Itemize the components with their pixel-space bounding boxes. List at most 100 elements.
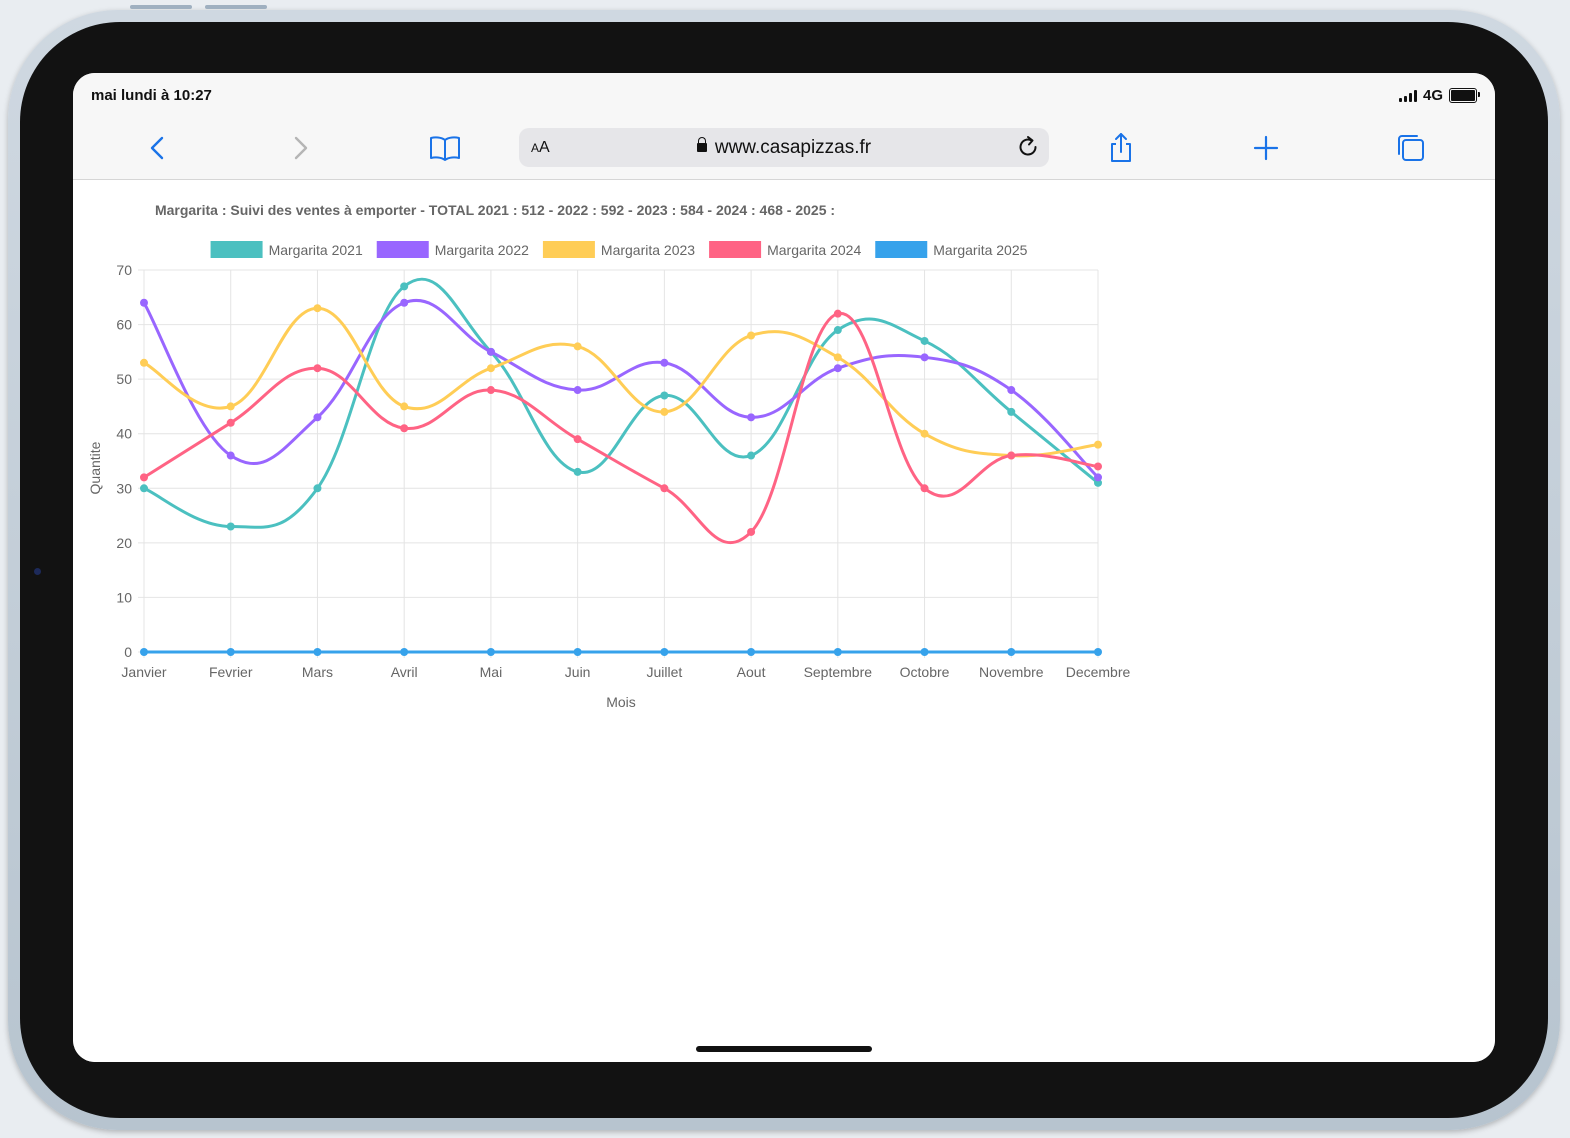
- x-tick-label: Aout: [737, 664, 766, 680]
- data-point[interactable]: [313, 648, 322, 656]
- data-point[interactable]: [1007, 407, 1016, 416]
- data-point[interactable]: [226, 522, 235, 531]
- y-tick-label: 30: [116, 480, 132, 496]
- data-point[interactable]: [660, 407, 669, 416]
- data-point[interactable]: [573, 648, 582, 656]
- y-axis-ticks: 0 10 20 30 40 50 60 70: [116, 262, 132, 660]
- y-tick-label: 50: [116, 371, 132, 387]
- data-point[interactable]: [313, 413, 322, 422]
- data-point[interactable]: [747, 527, 756, 536]
- data-point[interactable]: [660, 358, 669, 367]
- data-point[interactable]: [747, 413, 756, 422]
- data-point[interactable]: [400, 648, 409, 656]
- data-point[interactable]: [833, 648, 842, 656]
- data-point[interactable]: [1094, 440, 1102, 449]
- legend-label: Margarita 2021: [269, 242, 363, 258]
- data-point[interactable]: [1094, 462, 1102, 471]
- data-point[interactable]: [486, 347, 495, 356]
- data-point[interactable]: [920, 336, 929, 345]
- data-point[interactable]: [226, 648, 235, 656]
- share-button[interactable]: [1104, 131, 1138, 165]
- reload-icon[interactable]: [1015, 134, 1041, 160]
- series-group: [140, 298, 1102, 482]
- data-point[interactable]: [1094, 473, 1102, 482]
- legend-label: Margarita 2024: [767, 242, 861, 258]
- url-text: www.casapizzas.fr: [714, 137, 872, 158]
- data-point[interactable]: [660, 648, 669, 656]
- x-tick-label: Novembre: [979, 664, 1044, 680]
- data-point[interactable]: [833, 326, 842, 335]
- data-point[interactable]: [920, 648, 929, 656]
- x-tick-label: Mai: [480, 664, 503, 680]
- legend-label: Margarita 2025: [933, 242, 1027, 258]
- legend-item[interactable]: Margarita 2021: [210, 241, 363, 258]
- data-point[interactable]: [747, 648, 756, 656]
- y-tick-label: 40: [116, 426, 132, 442]
- volume-button: [130, 5, 192, 9]
- data-point[interactable]: [140, 484, 148, 493]
- data-point[interactable]: [400, 424, 409, 433]
- data-point[interactable]: [313, 364, 322, 373]
- data-point[interactable]: [140, 358, 148, 367]
- x-tick-label: Juillet: [646, 664, 682, 680]
- series-group: [140, 648, 1102, 656]
- data-point[interactable]: [486, 386, 495, 395]
- back-button[interactable]: [140, 131, 174, 165]
- data-point[interactable]: [1007, 386, 1016, 395]
- new-tab-button[interactable]: [1249, 131, 1283, 165]
- data-point[interactable]: [313, 484, 322, 493]
- legend-item[interactable]: Margarita 2025: [875, 241, 1028, 258]
- data-point[interactable]: [140, 298, 148, 307]
- data-point[interactable]: [400, 402, 409, 411]
- status-bar: mai lundi à 10:27 4G: [73, 73, 1495, 117]
- y-tick-label: 20: [116, 535, 132, 551]
- data-point[interactable]: [1007, 451, 1016, 460]
- url-display[interactable]: www.casapizzas.fr: [519, 137, 1049, 159]
- data-point[interactable]: [400, 298, 409, 307]
- data-point[interactable]: [573, 435, 582, 444]
- tabs-icon: [1398, 135, 1424, 161]
- legend-swatch: [709, 241, 762, 258]
- x-tick-label: Septembre: [804, 664, 873, 680]
- data-point[interactable]: [747, 331, 756, 340]
- data-point[interactable]: [313, 304, 322, 313]
- address-bar[interactable]: AA www.casapizzas.fr: [519, 128, 1049, 167]
- x-axis-ticks: Janvier Fevrier Mars Avril Mai Juin Juillet Aou…: [121, 664, 1130, 680]
- data-point[interactable]: [660, 391, 669, 400]
- series-line: [143, 312, 1099, 545]
- data-point[interactable]: [573, 342, 582, 351]
- data-point[interactable]: [833, 309, 842, 318]
- tablet-screen: mai lundi à 10:27 4G AA www.casapizzas.f…: [73, 73, 1495, 1062]
- data-point[interactable]: [833, 364, 842, 373]
- data-point[interactable]: [140, 473, 148, 482]
- data-point[interactable]: [486, 364, 495, 373]
- legend-item[interactable]: Margarita 2023: [542, 241, 695, 258]
- data-point[interactable]: [573, 386, 582, 395]
- data-point[interactable]: [1094, 648, 1102, 656]
- data-point[interactable]: [400, 282, 409, 291]
- data-point[interactable]: [486, 648, 495, 656]
- data-point[interactable]: [226, 402, 235, 411]
- legend-item[interactable]: Margarita 2024: [709, 241, 861, 258]
- data-point[interactable]: [140, 648, 148, 656]
- data-point[interactable]: [226, 451, 235, 460]
- data-point[interactable]: [1007, 648, 1016, 656]
- data-point[interactable]: [920, 353, 929, 362]
- data-point[interactable]: [920, 429, 929, 438]
- x-tick-label: Avril: [391, 664, 418, 680]
- lock-icon: [696, 137, 707, 152]
- tabs-overview-button[interactable]: [1394, 131, 1428, 165]
- data-point[interactable]: [660, 484, 669, 493]
- browser-toolbar: AA www.casapizzas.fr: [73, 117, 1495, 180]
- data-point[interactable]: [226, 418, 235, 427]
- data-point[interactable]: [833, 353, 842, 362]
- legend-item[interactable]: Margarita 2022: [376, 241, 529, 258]
- data-point[interactable]: [920, 484, 929, 493]
- data-point[interactable]: [573, 467, 582, 476]
- bookmarks-button[interactable]: [428, 131, 462, 165]
- forward-button[interactable]: [284, 131, 318, 165]
- data-point[interactable]: [747, 451, 756, 460]
- battery-icon: [1449, 88, 1480, 103]
- x-tick-label: Juin: [565, 664, 591, 680]
- legend-swatch: [542, 241, 595, 258]
